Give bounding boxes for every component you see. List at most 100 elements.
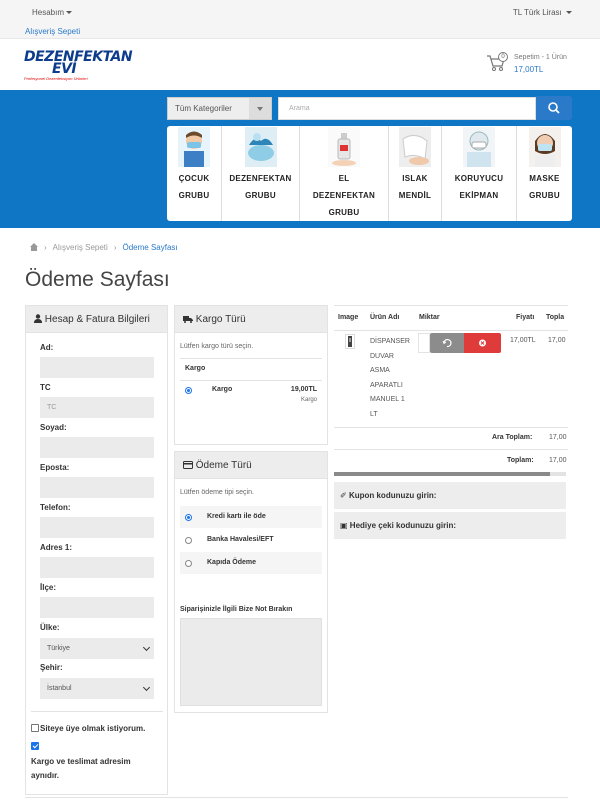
address-input[interactable] bbox=[40, 557, 154, 578]
label-tc: TC bbox=[40, 383, 51, 392]
label-ulke: Ülke: bbox=[40, 623, 60, 632]
divider bbox=[334, 449, 568, 450]
cart-total: 17,00TL bbox=[514, 65, 544, 74]
category-image bbox=[244, 127, 277, 167]
tc-input[interactable]: TC bbox=[40, 397, 154, 418]
tag-icon: ✐ bbox=[340, 491, 347, 500]
category-item-cocuk[interactable]: ÇOCUK GRUBU bbox=[167, 126, 222, 221]
divider bbox=[180, 358, 322, 359]
same-address-checkbox[interactable] bbox=[31, 742, 39, 750]
credit-card-icon bbox=[183, 461, 193, 469]
payment-radio[interactable] bbox=[185, 537, 192, 544]
order-note-label: Siparişinizle İlgili Bize Not Bırakın bbox=[180, 606, 293, 613]
home-icon[interactable] bbox=[30, 243, 38, 251]
category-label: EL bbox=[338, 174, 350, 183]
email-input[interactable] bbox=[40, 477, 154, 498]
category-label: DEZENFEKTAN bbox=[229, 174, 292, 183]
cart-count-badge: 0 bbox=[498, 52, 508, 62]
category-item-dezenfektan[interactable]: DEZENFEKTAN GRUBU bbox=[222, 126, 300, 221]
update-quantity-button[interactable] bbox=[430, 333, 464, 353]
divider bbox=[25, 797, 568, 798]
currency-menu[interactable]: TL Türk Lirası bbox=[513, 8, 572, 17]
payment-option-label: Kapıda Ödeme bbox=[207, 559, 257, 566]
chevron-down-icon bbox=[249, 98, 271, 119]
refresh-icon bbox=[442, 339, 452, 348]
remove-icon bbox=[479, 339, 486, 347]
shopping-cart-link[interactable]: Alışveriş Sepeti bbox=[25, 27, 80, 36]
label-ilce: İlçe: bbox=[40, 583, 57, 592]
payment-option-havale[interactable]: Banka Havalesi/EFT bbox=[180, 529, 322, 551]
product-name-line: ASMA bbox=[370, 367, 390, 375]
label-telefon: Telefon: bbox=[40, 503, 71, 512]
city-select[interactable]: İstanbul bbox=[40, 678, 154, 699]
category-select[interactable]: Tüm Kategoriler bbox=[167, 97, 272, 120]
account-heading: Hesap & Fatura Bilgileri bbox=[44, 314, 150, 325]
chevron-down-icon bbox=[566, 11, 572, 15]
header-cart[interactable]: 0 Sepetim - 1 Ürün 17,00TL bbox=[486, 52, 576, 78]
gift-voucher-toggle[interactable]: ▣ Hediye çeki kodunuzu girin: bbox=[334, 512, 566, 539]
category-image bbox=[528, 127, 561, 167]
cart-table-scrollbar[interactable] bbox=[334, 472, 566, 476]
category-label: MASKE bbox=[529, 174, 560, 183]
search-icon bbox=[548, 102, 560, 114]
col-price: Fiyatı bbox=[516, 314, 535, 321]
category-item-koruyucu-ekipman[interactable]: KORUYUCU EKİPMAN bbox=[442, 126, 517, 221]
category-image bbox=[463, 127, 495, 167]
chevron-down-icon bbox=[66, 11, 73, 15]
product-total: 17,00 bbox=[548, 337, 566, 344]
search-input[interactable]: Arama bbox=[278, 97, 536, 120]
product-name[interactable]: DİSPANSER DUVAR ASMA APARATLI MANUEL 1 L… bbox=[370, 335, 415, 423]
label-soyad: Soyad: bbox=[40, 423, 67, 432]
order-note-textarea[interactable] bbox=[180, 618, 322, 706]
payment-radio[interactable] bbox=[185, 514, 192, 521]
divider bbox=[180, 380, 322, 381]
subtotal-label: Ara Toplam: bbox=[492, 434, 533, 441]
panel-heading: Hesap & Fatura Bilgileri bbox=[26, 306, 167, 333]
col-image: Image bbox=[338, 314, 359, 321]
category-item-islak-mendil[interactable]: ISLAK MENDİL bbox=[389, 126, 442, 221]
shipping-heading: Kargo Türü bbox=[195, 314, 246, 325]
category-label: KORUYUCU bbox=[454, 174, 504, 183]
currency-label: TL Türk Lirası bbox=[512, 8, 562, 17]
ad-input[interactable] bbox=[40, 357, 154, 378]
product-thumbnail[interactable] bbox=[345, 334, 355, 349]
account-menu[interactable]: Hesabım bbox=[32, 8, 73, 17]
account-menu-label: Hesabım bbox=[32, 8, 65, 17]
category-select-value: Tüm Kategoriler bbox=[175, 104, 232, 113]
shipping-panel: Kargo Türü Lütfen kargo türü seçin. Karg… bbox=[174, 305, 328, 445]
soyad-input[interactable] bbox=[40, 437, 154, 458]
site-logo[interactable]: DEZENFEKTAN EVİ Profesyonel Dezenfeksiyon… bbox=[24, 50, 133, 81]
user-icon bbox=[34, 314, 42, 323]
payment-heading: Ödeme Türü bbox=[195, 460, 252, 471]
ilce-input[interactable] bbox=[40, 597, 154, 618]
payment-option-kapida[interactable]: Kapıda Ödeme bbox=[180, 552, 322, 574]
breadcrumb-current[interactable]: Ödeme Sayfası bbox=[122, 243, 177, 252]
category-item-el-dezenfektan[interactable]: EL DEZENFEKTAN GRUBU bbox=[300, 126, 389, 221]
subtotal-value: 17,00 bbox=[549, 434, 567, 441]
search-button[interactable] bbox=[536, 96, 572, 120]
category-item-maske[interactable]: MASKE GRUBU bbox=[517, 126, 572, 221]
category-label: ÇOCUK bbox=[178, 174, 210, 183]
quantity-input[interactable] bbox=[418, 333, 430, 353]
shipping-option-price: 19,00TL bbox=[290, 386, 317, 393]
shipping-option-name: Kargo bbox=[212, 386, 233, 393]
scrollbar-thumb[interactable] bbox=[334, 472, 550, 476]
label-adres: Adres 1: bbox=[40, 543, 73, 552]
shipping-radio-kargo[interactable] bbox=[185, 387, 192, 394]
country-select[interactable]: Türkiye bbox=[40, 638, 154, 659]
cart-summary: Sepetim - 1 Ürün bbox=[514, 54, 567, 61]
breadcrumb-cart[interactable]: Alışveriş Sepeti bbox=[53, 243, 108, 252]
payment-option-kredi[interactable]: Kredi kartı ile öde bbox=[180, 506, 322, 528]
shipping-group: Kargo bbox=[185, 365, 206, 372]
label-ad: Ad: bbox=[40, 343, 54, 352]
payment-radio[interactable] bbox=[185, 560, 192, 567]
phone-input[interactable] bbox=[40, 517, 154, 538]
top-bar: Hesabım TL Türk Lirası Alışveriş Sepeti bbox=[0, 0, 600, 39]
member-checkbox[interactable] bbox=[31, 724, 39, 732]
coupon-toggle[interactable]: ✐ Kupon kodunuzu girin: bbox=[334, 482, 566, 509]
account-billing-panel: Hesap & Fatura Bilgileri Ad: TC TC Soyad… bbox=[25, 305, 168, 795]
shipping-hint: Lütfen kargo türü seçin. bbox=[180, 343, 254, 350]
site-header: DEZENFEKTAN EVİ Profesyonel Dezenfeksiyon… bbox=[0, 40, 600, 90]
payment-hint: Lütfen ödeme tipi seçin. bbox=[180, 489, 254, 496]
remove-item-button[interactable] bbox=[464, 333, 501, 353]
